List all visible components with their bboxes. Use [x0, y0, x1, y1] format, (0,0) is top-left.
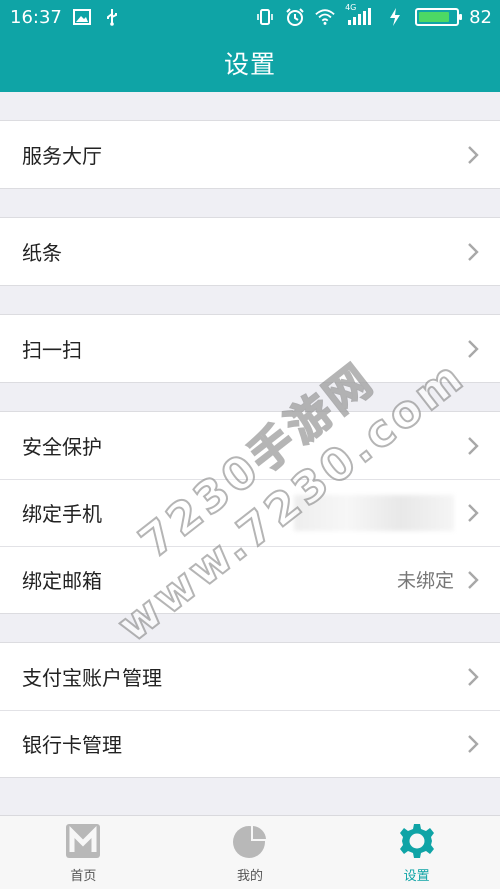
pie-chart-icon: [233, 824, 268, 858]
title-bar: 设置: [0, 34, 500, 92]
vibrate-icon: [255, 7, 275, 27]
chevron-right-icon: [468, 145, 479, 164]
settings-group: 纸条: [0, 217, 500, 286]
tab-mine[interactable]: 我的: [167, 816, 334, 889]
settings-group: 支付宝账户管理 银行卡管理: [0, 642, 500, 778]
image-icon: [72, 7, 92, 27]
chevron-right-icon: [468, 503, 479, 522]
usb-icon: [102, 7, 122, 27]
settings-item-alipay-account[interactable]: 支付宝账户管理: [0, 643, 500, 710]
settings-item-scan[interactable]: 扫一扫: [0, 315, 500, 382]
chevron-right-icon: [468, 734, 479, 753]
settings-item-bind-email[interactable]: 绑定邮箱 未绑定: [0, 546, 500, 613]
settings-group: 扫一扫: [0, 314, 500, 383]
settings-item-label: 扫一扫: [22, 338, 82, 362]
tab-settings[interactable]: 设置: [333, 816, 500, 889]
settings-group: 安全保护 绑定手机 绑定邮箱 未绑定: [0, 411, 500, 614]
settings-item-bind-phone[interactable]: 绑定手机: [0, 479, 500, 546]
settings-list: 服务大厅 纸条 扫一扫 安全保护 绑定手机 绑定邮箱 未绑定 支付宝账户管理 银…: [0, 92, 500, 815]
tab-bar: 首页 我的 设置: [0, 815, 500, 889]
tab-label: 我的: [237, 869, 264, 884]
settings-item-label: 绑定邮箱: [22, 569, 102, 593]
chevron-right-icon: [468, 436, 479, 455]
settings-item-security[interactable]: 安全保护: [0, 412, 500, 479]
home-m-icon: [66, 824, 101, 858]
settings-item-label: 安全保护: [22, 435, 102, 459]
settings-item-service-hall[interactable]: 服务大厅: [0, 121, 500, 188]
bind-email-status: 未绑定: [396, 570, 454, 592]
settings-item-label: 纸条: [22, 241, 62, 265]
chevron-right-icon: [468, 570, 479, 589]
settings-item-label: 服务大厅: [22, 144, 102, 168]
settings-item-notes[interactable]: 纸条: [0, 218, 500, 285]
settings-item-label: 银行卡管理: [22, 733, 122, 757]
wifi-icon: [315, 7, 335, 27]
tab-label: 首页: [70, 869, 97, 884]
battery-percent: 82: [469, 6, 492, 28]
status-time: 16:37: [10, 6, 62, 28]
battery-icon: [415, 8, 463, 26]
chevron-right-icon: [468, 667, 479, 686]
settings-item-label: 支付宝账户管理: [22, 666, 162, 690]
gear-icon: [399, 824, 434, 858]
settings-item-label: 绑定手机: [22, 502, 102, 526]
status-bar: 16:37 4G 82: [0, 0, 500, 34]
chevron-right-icon: [468, 339, 479, 358]
page-title: 设置: [223, 50, 276, 79]
alarm-icon: [285, 7, 305, 27]
tab-home[interactable]: 首页: [0, 816, 167, 889]
network-type: 4G: [345, 3, 357, 12]
settings-item-bank-card[interactable]: 银行卡管理: [0, 710, 500, 777]
signal-icon: 4G: [345, 3, 375, 27]
chevron-right-icon: [468, 242, 479, 261]
settings-group: 服务大厅: [0, 120, 500, 189]
bound-phone-value-redacted: [294, 494, 454, 531]
tab-label: 设置: [403, 869, 430, 884]
charging-icon: [385, 7, 405, 27]
